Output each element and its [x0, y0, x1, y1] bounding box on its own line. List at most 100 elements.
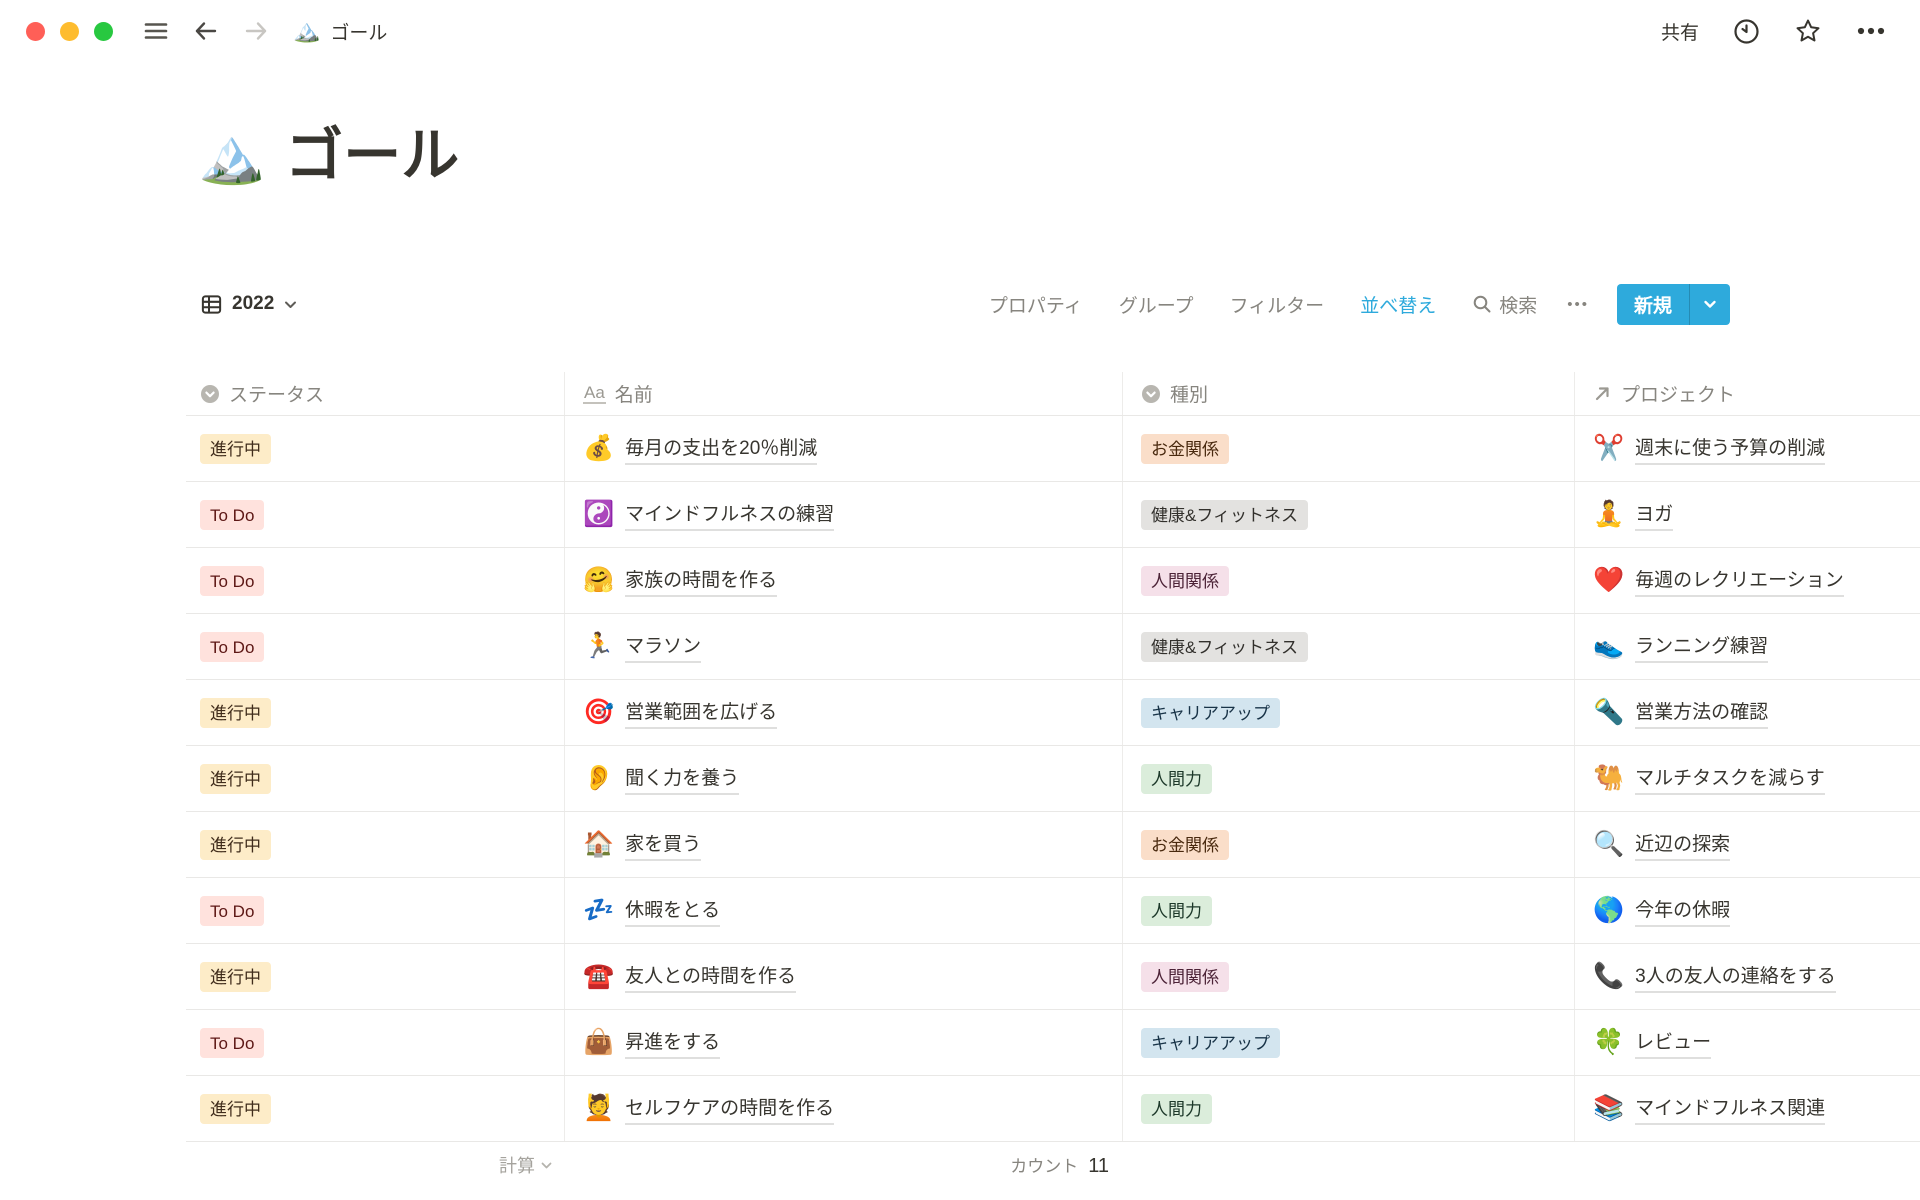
cell-name[interactable]: ☯️マインドフルネスの練習	[565, 482, 1123, 547]
status-badge[interactable]: To Do	[200, 632, 264, 662]
share-button[interactable]: 共有	[1661, 18, 1699, 45]
project-page-link[interactable]: 👟ランニング練習	[1593, 631, 1768, 663]
project-page-link[interactable]: 📚マインドフルネス関連	[1593, 1093, 1825, 1125]
column-header-name[interactable]: Aa 名前	[565, 372, 1123, 415]
cell-project[interactable]: 🔦営業方法の確認	[1575, 680, 1920, 745]
status-badge[interactable]: To Do	[200, 500, 264, 530]
status-badge[interactable]: To Do	[200, 896, 264, 926]
goal-page-link[interactable]: 🏠家を買う	[583, 829, 701, 861]
breadcrumb-page-title[interactable]: ゴール	[330, 18, 387, 45]
cell-status[interactable]: 進行中	[186, 680, 565, 745]
filter-menu-item[interactable]: フィルター	[1230, 291, 1325, 318]
close-window-button[interactable]	[26, 22, 45, 41]
cell-type[interactable]: 人間関係	[1123, 548, 1575, 613]
project-page-link[interactable]: 📞3人の友人の連絡をする	[1593, 961, 1836, 993]
cell-project[interactable]: 🍀レビュー	[1575, 1010, 1920, 1075]
new-record-button[interactable]: 新規	[1617, 284, 1730, 325]
cell-name[interactable]: ☎️友人との時間を作る	[565, 944, 1123, 1009]
project-page-link[interactable]: 🔍近辺の探索	[1593, 829, 1730, 861]
cell-type[interactable]: 人間力	[1123, 1076, 1575, 1141]
cell-status[interactable]: 進行中	[186, 944, 565, 1009]
cell-status[interactable]: 進行中	[186, 746, 565, 811]
cell-project[interactable]: 📞3人の友人の連絡をする	[1575, 944, 1920, 1009]
type-badge[interactable]: お金関係	[1141, 434, 1229, 464]
search-button[interactable]: 検索	[1472, 291, 1537, 318]
status-badge[interactable]: 進行中	[200, 434, 271, 464]
cell-project[interactable]: ❤️毎週のレクリエーション	[1575, 548, 1920, 613]
column-header-project[interactable]: プロジェクト	[1575, 372, 1920, 415]
updates-clock-icon[interactable]	[1733, 18, 1760, 45]
page-icon[interactable]: 🏔️	[198, 121, 265, 191]
cell-name[interactable]: 🏠家を買う	[565, 812, 1123, 877]
status-badge[interactable]: 進行中	[200, 764, 271, 794]
group-menu-item[interactable]: グループ	[1119, 291, 1194, 318]
cell-name[interactable]: 💆セルフケアの時間を作る	[565, 1076, 1123, 1141]
cell-status[interactable]: 進行中	[186, 1076, 565, 1141]
status-badge[interactable]: 進行中	[200, 1094, 271, 1124]
cell-type[interactable]: 人間力	[1123, 746, 1575, 811]
cell-project[interactable]: 🔍近辺の探索	[1575, 812, 1920, 877]
cell-name[interactable]: 🏃マラソン	[565, 614, 1123, 679]
goal-page-link[interactable]: 🤗家族の時間を作る	[583, 565, 777, 597]
cell-type[interactable]: キャリアアップ	[1123, 680, 1575, 745]
favorite-star-icon[interactable]	[1794, 17, 1822, 45]
cell-type[interactable]: 人間関係	[1123, 944, 1575, 1009]
sidebar-toggle-icon[interactable]	[143, 18, 169, 44]
toolbar-more-icon[interactable]: •••	[1567, 296, 1589, 313]
page-title-text[interactable]: ゴール	[285, 118, 459, 193]
cell-type[interactable]: 健康&フィットネス	[1123, 482, 1575, 547]
new-record-label[interactable]: 新規	[1617, 284, 1689, 325]
status-badge[interactable]: 進行中	[200, 698, 271, 728]
project-page-link[interactable]: 🍀レビュー	[1593, 1027, 1711, 1059]
cell-type[interactable]: キャリアアップ	[1123, 1010, 1575, 1075]
type-badge[interactable]: お金関係	[1141, 830, 1229, 860]
cell-name[interactable]: 🎯営業範囲を広げる	[565, 680, 1123, 745]
type-badge[interactable]: 人間力	[1141, 896, 1212, 926]
status-badge[interactable]: To Do	[200, 1028, 264, 1058]
cell-name[interactable]: 🤗家族の時間を作る	[565, 548, 1123, 613]
cell-status[interactable]: To Do	[186, 614, 565, 679]
goal-page-link[interactable]: 🏃マラソン	[583, 631, 701, 663]
cell-status[interactable]: 進行中	[186, 416, 565, 481]
cell-project[interactable]: 🌎今年の休暇	[1575, 878, 1920, 943]
type-badge[interactable]: 人間力	[1141, 1094, 1212, 1124]
type-badge[interactable]: 人間関係	[1141, 962, 1229, 992]
cell-status[interactable]: To Do	[186, 548, 565, 613]
cell-project[interactable]: 📚マインドフルネス関連	[1575, 1076, 1920, 1141]
type-badge[interactable]: キャリアアップ	[1141, 698, 1280, 728]
more-options-icon[interactable]	[1856, 26, 1886, 36]
project-page-link[interactable]: ❤️毎週のレクリエーション	[1593, 565, 1844, 597]
goal-page-link[interactable]: 🎯営業範囲を広げる	[583, 697, 777, 729]
cell-name[interactable]: 💤休暇をとる	[565, 878, 1123, 943]
column-header-status[interactable]: ステータス	[186, 372, 565, 415]
count-aggregate[interactable]: カウント 11	[1010, 1152, 1123, 1178]
cell-name[interactable]: 👂聞く力を養う	[565, 746, 1123, 811]
sort-menu-item[interactable]: 並べ替え	[1360, 291, 1436, 318]
cell-status[interactable]: To Do	[186, 1010, 565, 1075]
new-button-chevron-icon[interactable]	[1690, 284, 1730, 325]
minimize-window-button[interactable]	[60, 22, 79, 41]
view-switcher[interactable]: 2022	[200, 293, 298, 316]
type-badge[interactable]: 健康&フィットネス	[1141, 500, 1308, 530]
cell-type[interactable]: 健康&フィットネス	[1123, 614, 1575, 679]
cell-name[interactable]: 👜昇進をする	[565, 1010, 1123, 1075]
cell-type[interactable]: お金関係	[1123, 416, 1575, 481]
type-badge[interactable]: 健康&フィットネス	[1141, 632, 1308, 662]
type-badge[interactable]: キャリアアップ	[1141, 1028, 1280, 1058]
cell-name[interactable]: 💰毎月の支出を20％削減	[565, 416, 1123, 481]
type-badge[interactable]: 人間力	[1141, 764, 1212, 794]
project-page-link[interactable]: ✂️週末に使う予算の削減	[1593, 433, 1825, 465]
goal-page-link[interactable]: 💰毎月の支出を20％削減	[583, 433, 817, 465]
type-badge[interactable]: 人間関係	[1141, 566, 1229, 596]
column-header-type[interactable]: 種別	[1123, 372, 1575, 415]
status-badge[interactable]: 進行中	[200, 962, 271, 992]
forward-arrow-icon[interactable]	[243, 18, 269, 44]
cell-project[interactable]: 🧘ヨガ	[1575, 482, 1920, 547]
goal-page-link[interactable]: ☎️友人との時間を作る	[583, 961, 796, 993]
cell-project[interactable]: ✂️週末に使う予算の削減	[1575, 416, 1920, 481]
calculate-button[interactable]: 計算	[499, 1152, 565, 1178]
cell-type[interactable]: 人間力	[1123, 878, 1575, 943]
project-page-link[interactable]: 🐫マルチタスクを減らす	[1593, 763, 1825, 795]
project-page-link[interactable]: 🧘ヨガ	[1593, 499, 1673, 531]
properties-menu-item[interactable]: プロパティ	[989, 291, 1083, 318]
